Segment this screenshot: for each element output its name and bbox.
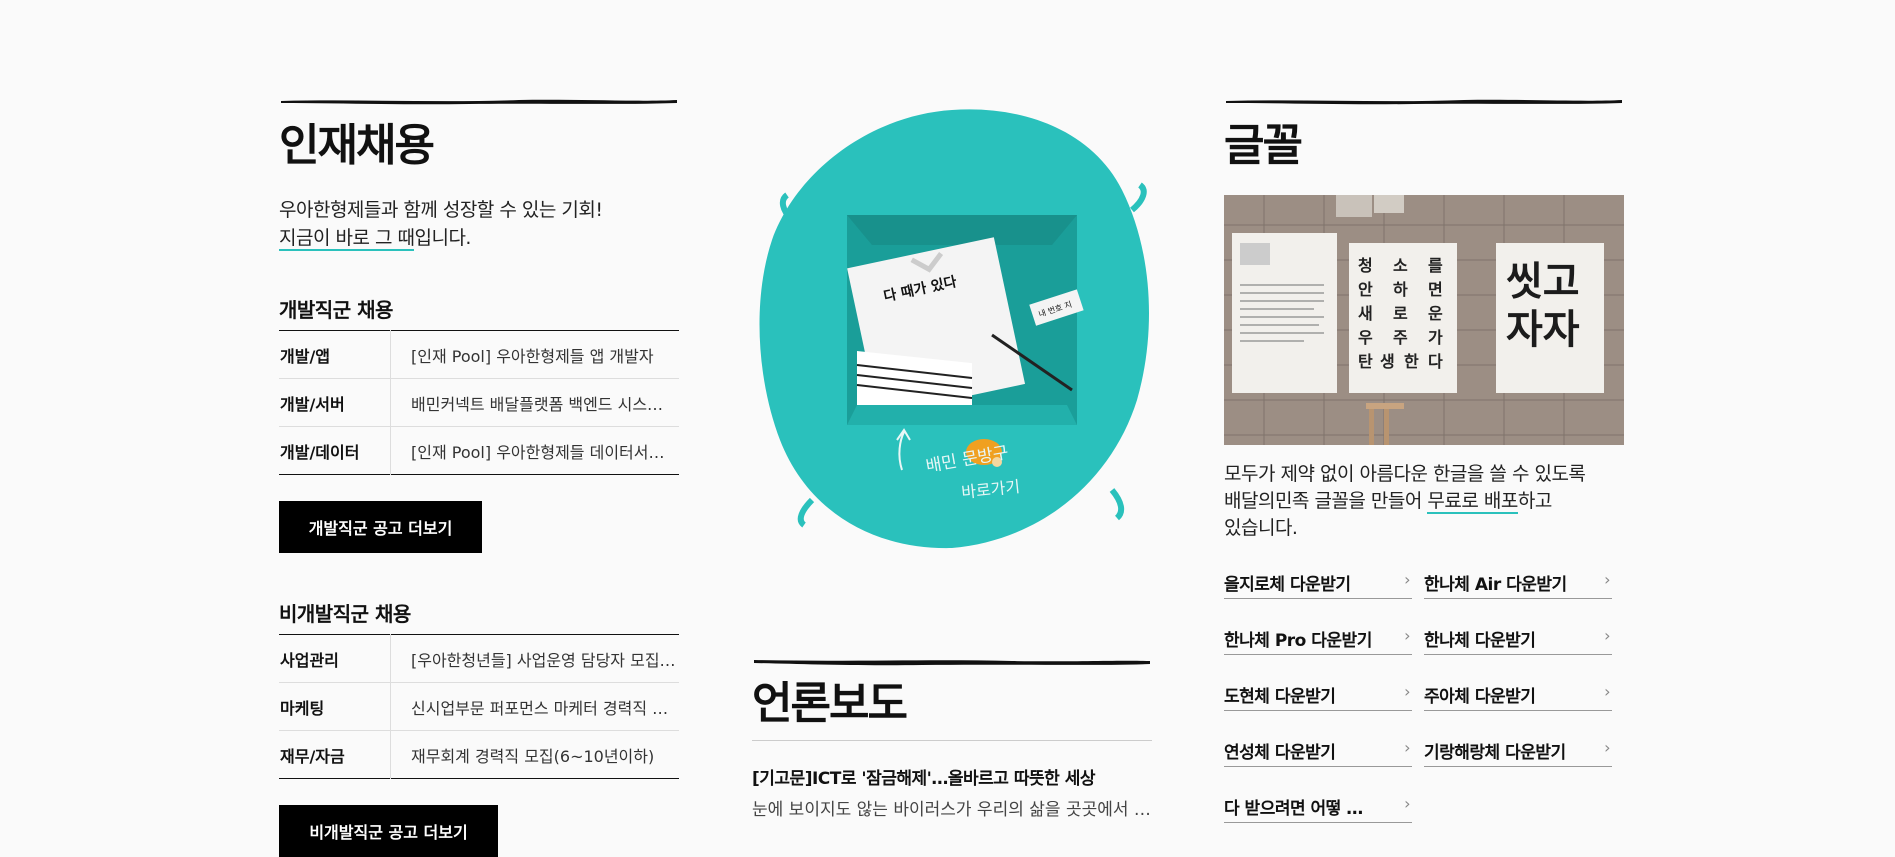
chevron-right-icon: › (1404, 682, 1410, 701)
job-category: 마케팅 (279, 682, 391, 731)
job-link[interactable]: 신시업부문 퍼포먼스 마케터 경력직 … (390, 682, 679, 731)
nondev-jobs-more-button[interactable]: 비개발직군 공고 더보기 (279, 805, 498, 857)
job-category: 개발/앱 (279, 330, 391, 379)
download-dohyeon-link[interactable]: 도현체 다운받기 › (1224, 680, 1412, 711)
font-posters-image: 청 소 를 안 하 면 새 로 운 우 주 가 탄 생 한 다 씻고 자자 (1224, 195, 1624, 445)
poster-char: 청 (1358, 256, 1373, 275)
dev-section-title: 개발직군 채용 (279, 298, 393, 322)
poster-char: 안 (1358, 280, 1373, 299)
nondev-section-title: 비개발직군 채용 (279, 602, 411, 626)
job-link[interactable]: [인재 Pool] 우아한형제들 데이터서비… (391, 427, 679, 475)
brush-divider (1224, 96, 1624, 106)
download-all-link[interactable]: 다 받으려면 어떻 … › (1224, 792, 1412, 823)
poster-char: 탄 (1358, 352, 1373, 371)
download-kirang-link[interactable]: 기랑해랑체 다운받기 › (1424, 736, 1612, 767)
job-category: 개발/서버 (279, 378, 391, 427)
download-euljiro-link[interactable]: 을지로체 다운받기 › (1224, 568, 1412, 599)
job-category: 사업관리 (279, 634, 391, 683)
poster-char: 운 (1428, 304, 1443, 323)
poster-char: 면 (1428, 280, 1443, 299)
download-hanna-pro-link[interactable]: 한나체 Pro 다운받기 › (1224, 624, 1412, 655)
poster-char: 가 (1428, 328, 1443, 347)
chevron-right-icon: › (1604, 626, 1610, 645)
job-category: 재무/자금 (279, 730, 391, 779)
download-hanna-air-link[interactable]: 한나체 Air 다운받기 › (1424, 568, 1612, 599)
intro-suffix: 입니다. (414, 227, 471, 249)
poster-char: 새 (1358, 304, 1373, 323)
chevron-right-icon: › (1404, 570, 1410, 589)
dev-job-table: 개발/앱 [인재 Pool] 우아한형제들 앱 개발자 개발/서버 배민커넥트 … (279, 330, 679, 475)
table-row[interactable]: 사업관리 [우아한청년들] 사업운영 담당자 모집 … (279, 634, 679, 683)
table-row[interactable]: 개발/앱 [인재 Pool] 우아한형제들 앱 개발자 (279, 330, 679, 379)
poster-char: 로 (1393, 304, 1408, 323)
recruit-intro: 우아한형제들과 함께 성장할 수 있는 기회! 지금이 바로 그 때입니다. (279, 196, 603, 252)
poster-big-text: 자자 (1506, 307, 1580, 353)
poster-char: 우 (1358, 328, 1373, 347)
chevron-right-icon: › (1604, 738, 1610, 757)
table-row[interactable]: 재무/자금 재무회계 경력직 모집(6~10년이하) (279, 730, 680, 779)
desc-line: 있습니다. (1224, 517, 1298, 539)
table-row[interactable]: 마케팅 신시업부문 퍼포먼스 마케터 경력직 … (279, 682, 679, 731)
desc-line: 모두가 제약 없이 아름다운 한글을 쓸 수 있도록 (1224, 463, 1586, 485)
intro-line: 우아한형제들과 함께 성장할 수 있는 기회! (279, 199, 603, 221)
job-link[interactable]: 재무회계 경력직 모집(6~10년이하) (391, 731, 680, 779)
press-title: 언론보도 (752, 678, 908, 729)
job-link[interactable]: [인재 Pool] 우아한형제들 앱 개발자 (390, 330, 679, 379)
nondev-job-table: 사업관리 [우아한청년들] 사업운영 담당자 모집 … 마케팅 신시업부문 퍼포… (279, 634, 679, 779)
job-category: 개발/데이터 (279, 426, 391, 475)
poster-big-text: 씻고 (1506, 259, 1580, 305)
desc-line: 하고 (1517, 490, 1552, 512)
download-yeonsung-link[interactable]: 연성체 다운받기 › (1224, 736, 1412, 767)
desc-line: 배달의민족 글꼴을 만들어 (1224, 490, 1428, 512)
download-jua-link[interactable]: 주아체 다운받기 › (1424, 680, 1612, 711)
poster-char: 소 (1393, 256, 1408, 275)
table-row[interactable]: 개발/서버 배민커넥트 배달플랫폼 백엔드 시스… (279, 378, 679, 427)
press-headline[interactable]: [기고문]ICT로 '잠금해제'…올바르고 따뜻한 세상 (752, 764, 1095, 789)
fonts-description: 모두가 제약 없이 아름다운 한글을 쓸 수 있도록 배달의민족 글꼴을 만들어… (1224, 461, 1624, 542)
chevron-right-icon: › (1404, 738, 1410, 757)
poster-char: 주 (1393, 328, 1408, 347)
chevron-right-icon: › (1404, 626, 1410, 645)
job-link[interactable]: [우아한청년들] 사업운영 담당자 모집 … (390, 634, 679, 683)
table-row[interactable]: 개발/데이터 [인재 Pool] 우아한형제들 데이터서비… (279, 426, 679, 475)
chevron-right-icon: › (1604, 570, 1610, 589)
chevron-right-icon: › (1604, 682, 1610, 701)
poster-char: 를 (1428, 256, 1443, 275)
poster-char: 하 (1393, 280, 1408, 299)
poster-char: 한 (1404, 352, 1419, 371)
poster-char: 생 (1380, 352, 1395, 371)
brush-divider (279, 96, 679, 106)
chevron-right-icon: › (1404, 794, 1410, 813)
dev-jobs-more-button[interactable]: 개발직군 공고 더보기 (279, 501, 482, 553)
brush-divider (752, 656, 1152, 666)
intro-highlight: 지금이 바로 그 때 (279, 227, 415, 251)
download-hanna-link[interactable]: 한나체 다운받기 › (1424, 624, 1612, 655)
press-summary[interactable]: 눈에 보이지도 않는 바이러스가 우리의 삶을 곳곳에서 … (752, 795, 1152, 820)
divider (752, 740, 1152, 741)
poster-char: 다 (1428, 352, 1443, 371)
desc-highlight: 무료로 배포 (1427, 490, 1518, 514)
recruit-title: 인재채용 (279, 120, 435, 171)
baemin-stationery-banner[interactable]: 다 때가 있다 내 번호 지 배민 문방구 바로가기 (752, 100, 1162, 555)
job-link[interactable]: 배민커넥트 배달플랫폼 백엔드 시스… (390, 378, 679, 427)
fonts-title: 글꼴 (1224, 120, 1303, 171)
